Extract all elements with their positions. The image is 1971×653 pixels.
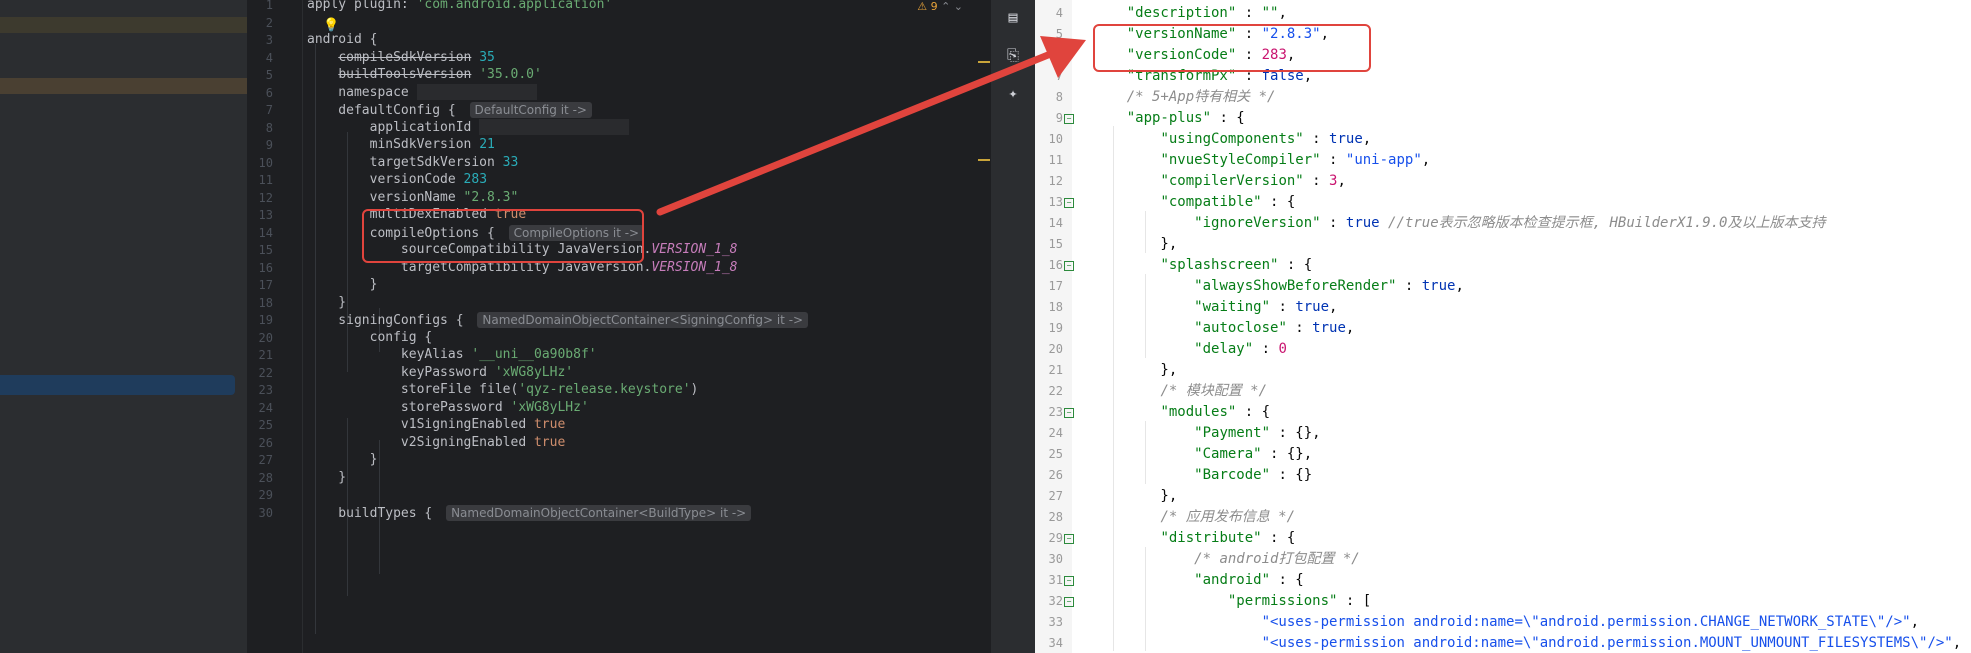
annotation-arrow <box>656 36 1086 216</box>
